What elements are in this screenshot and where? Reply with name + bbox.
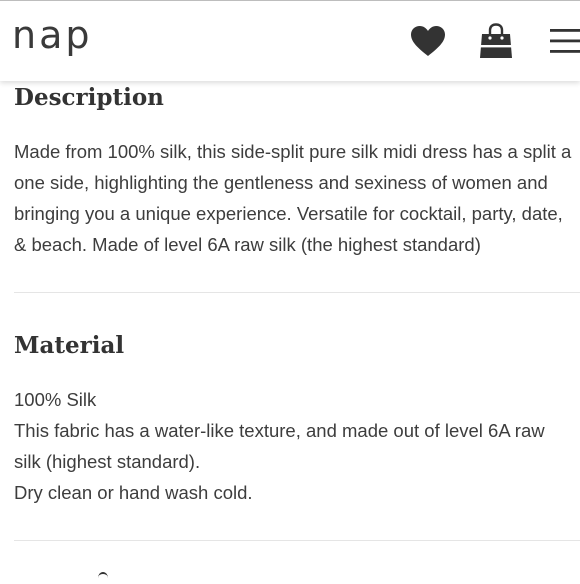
material-line: 100% Silk xyxy=(14,389,97,410)
description-line: one side, highlighting the gentleness an… xyxy=(14,172,548,193)
hamburger-menu-icon xyxy=(550,29,580,53)
material-line: silk (highest standard). xyxy=(14,451,201,472)
description-line: & beach. Made of level 6A raw silk (the … xyxy=(14,234,481,255)
description-line: Made from 100% silk, this side-split pur… xyxy=(14,141,572,162)
material-line: Dry clean or hand wash cold. xyxy=(14,482,253,503)
material-heading: Material xyxy=(14,332,125,359)
next-section-heading-peek xyxy=(98,572,108,584)
wishlist-button[interactable] xyxy=(408,21,448,61)
top-nav-bar: nap xyxy=(0,0,580,81)
menu-button[interactable] xyxy=(546,21,580,61)
material-body: 100% Silk This fabric has a water-like t… xyxy=(14,384,545,508)
shopping-bag-icon xyxy=(480,23,512,58)
section-divider xyxy=(14,292,580,293)
section-divider xyxy=(14,540,580,541)
cart-button[interactable] xyxy=(476,21,516,61)
heart-icon xyxy=(411,26,445,56)
material-line: This fabric has a water-like texture, an… xyxy=(14,420,545,441)
description-line: bringing you a unique experience. Versat… xyxy=(14,203,563,224)
brand-logo[interactable]: nap xyxy=(12,13,93,57)
description-heading: Description xyxy=(14,84,164,111)
description-body: Made from 100% silk, this side-split pur… xyxy=(14,136,571,260)
